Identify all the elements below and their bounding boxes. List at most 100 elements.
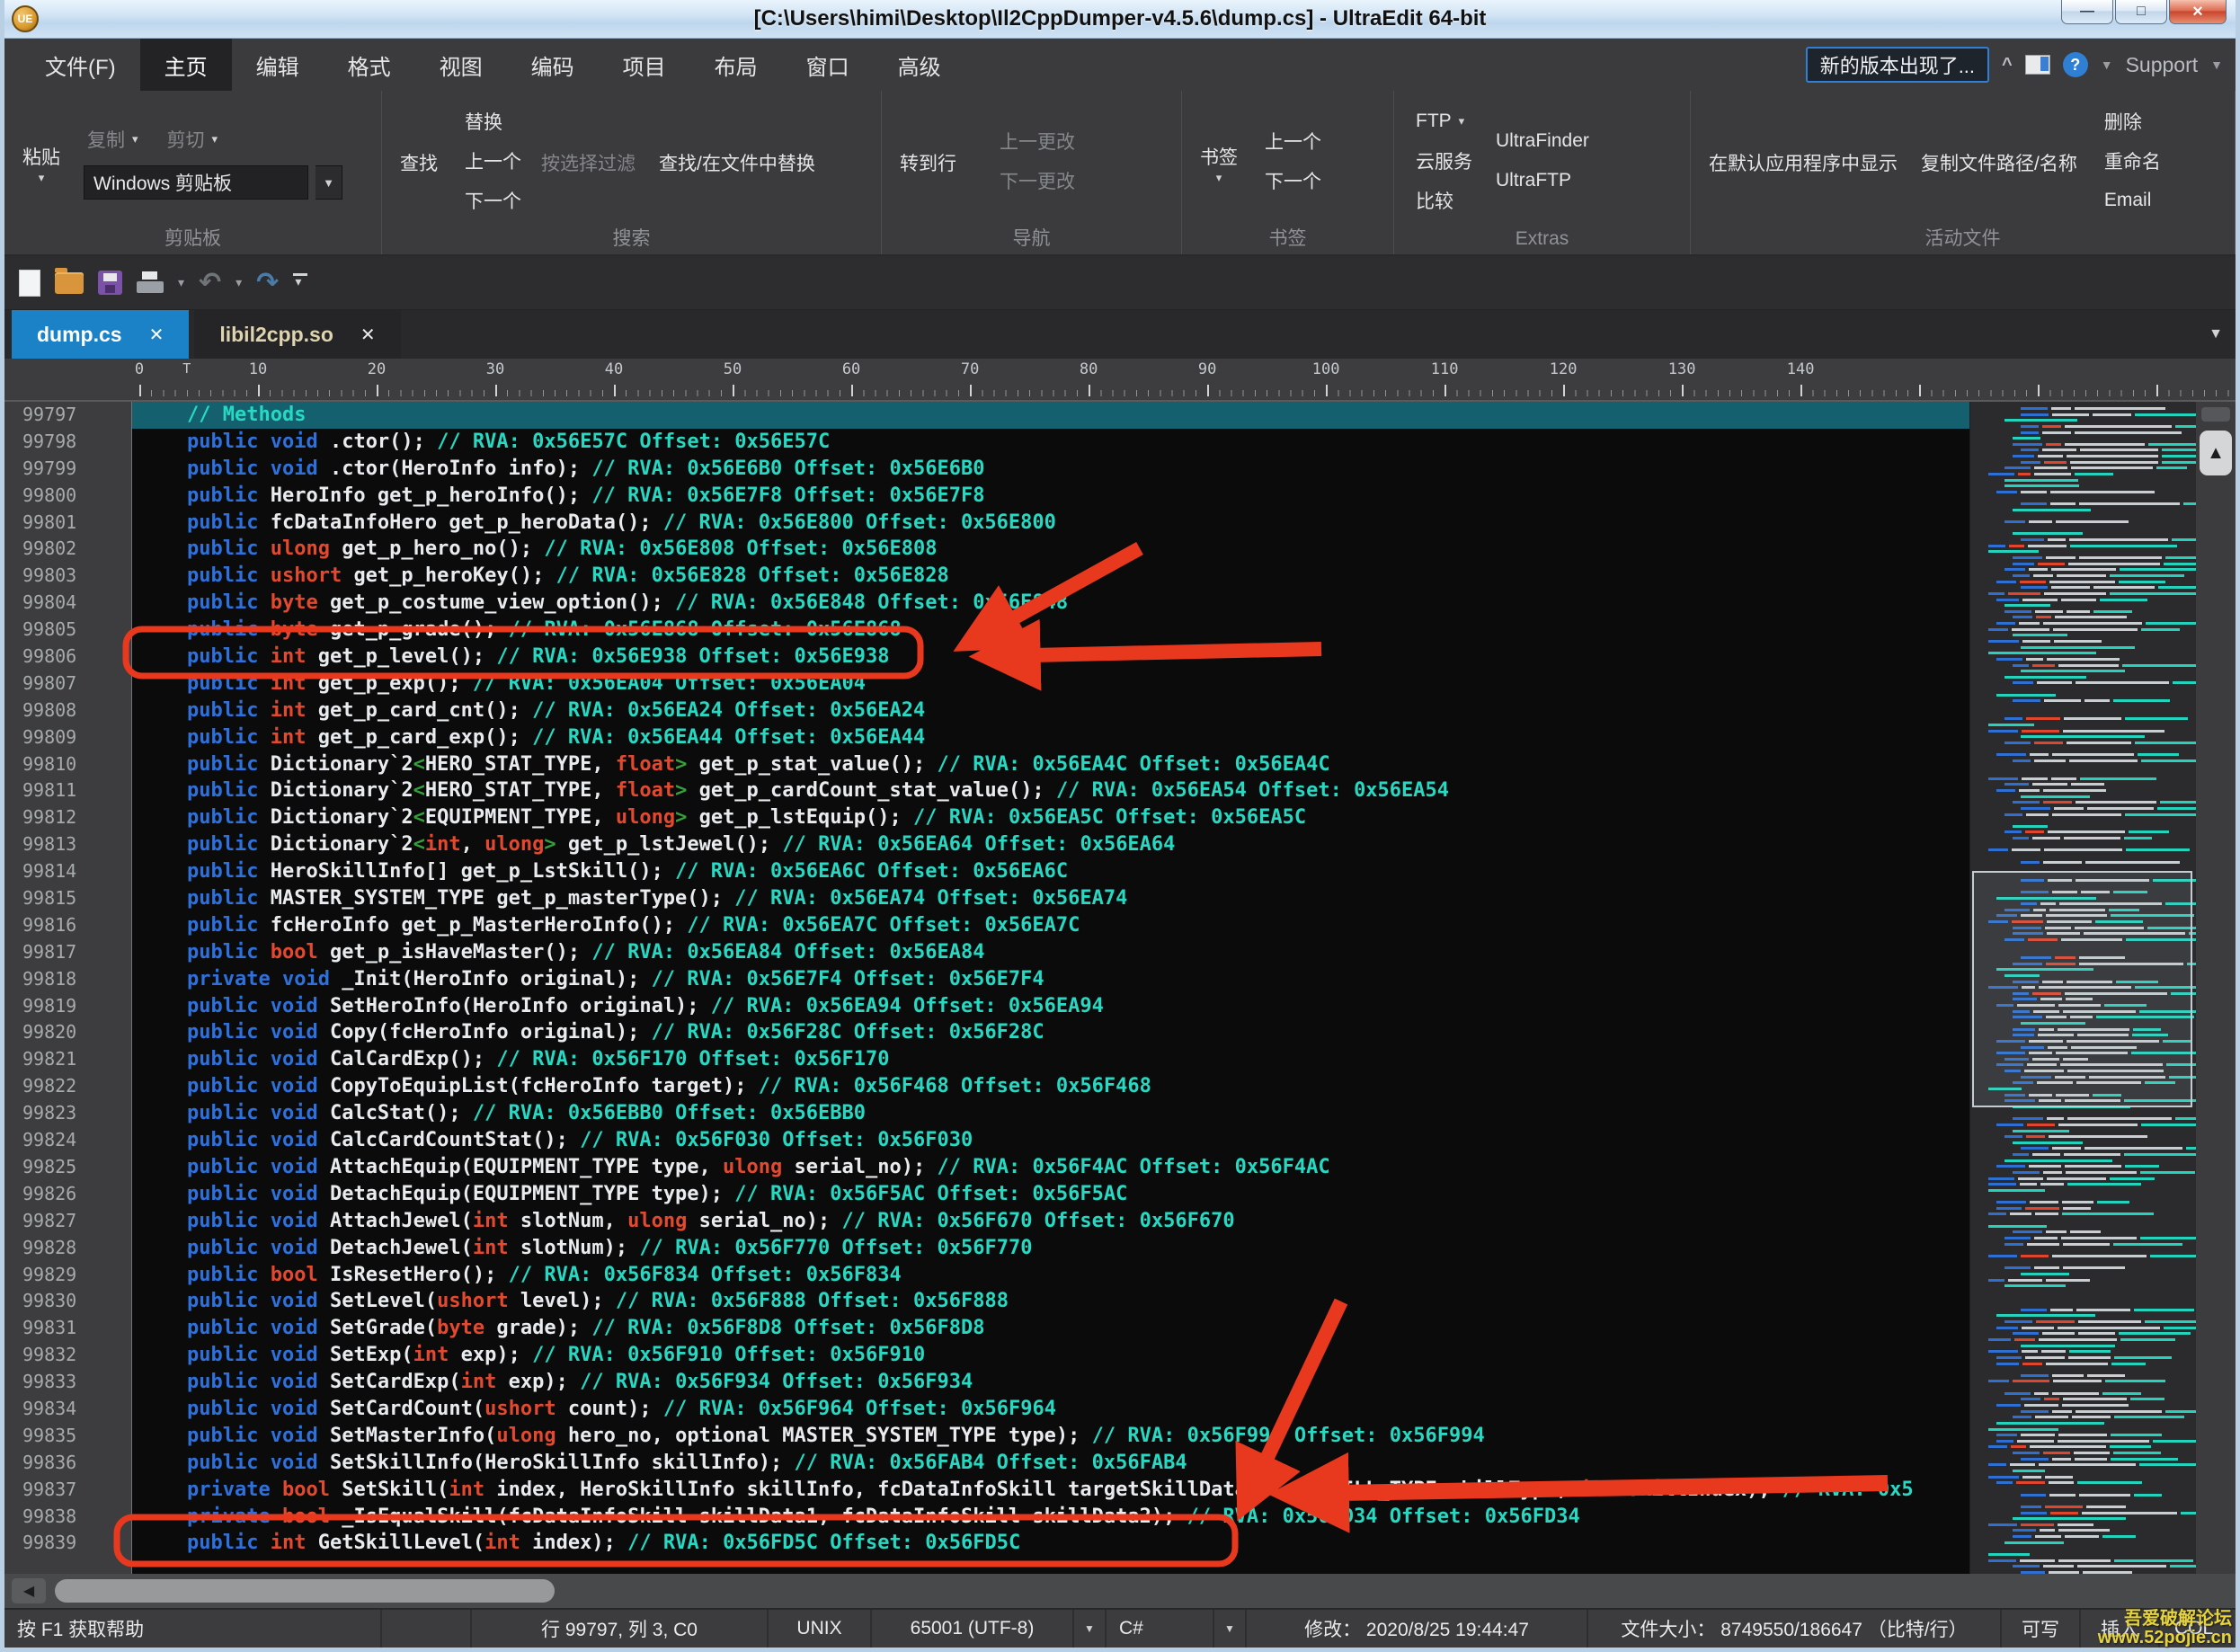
- code-line-99809[interactable]: public int get_p_card_exp(); // RVA: 0x5…: [132, 724, 1969, 751]
- paste-button[interactable]: 粘贴▾: [15, 136, 67, 186]
- menu-item-9[interactable]: 窗口: [782, 39, 874, 91]
- show-in-default-app-button[interactable]: 在默认应用程序中显示: [1702, 142, 1905, 180]
- print-button-dropdown-icon[interactable]: ▾: [178, 275, 184, 290]
- code-line-99804[interactable]: public byte get_p_costume_view_option();…: [132, 590, 1969, 617]
- horizontal-scroll-thumb[interactable]: [55, 1579, 555, 1603]
- horizontal-scrollbar[interactable]: ◀: [4, 1574, 2236, 1608]
- syntax-language[interactable]: C#: [1107, 1610, 1214, 1648]
- tab-list-dropdown-icon[interactable]: ▼: [2209, 326, 2236, 342]
- code-line-99816[interactable]: public fcHeroInfo get_p_MasterHeroInfo()…: [132, 912, 1969, 939]
- code-line-99831[interactable]: public void SetGrade(byte grade); // RVA…: [132, 1315, 1969, 1342]
- code-line-99798[interactable]: public void .ctor(); // RVA: 0x56E57C Of…: [132, 429, 1969, 456]
- code-line-99823[interactable]: public void CalcStat(); // RVA: 0x56EBB0…: [132, 1100, 1969, 1127]
- code-line-99828[interactable]: public void DetachJewel(int slotNum); //…: [132, 1235, 1969, 1262]
- encoding-dropdown[interactable]: ▼: [1074, 1610, 1107, 1648]
- bookmark-button[interactable]: 书签▾: [1193, 136, 1245, 186]
- code-line-99836[interactable]: public void SetSkillInfo(HeroSkillInfo s…: [132, 1450, 1969, 1477]
- menu-item-2[interactable]: 主页: [140, 39, 232, 91]
- forward-button[interactable]: [973, 164, 980, 198]
- code-line-99811[interactable]: public Dictionary`2<HERO_STAT_TYPE, floa…: [132, 777, 1969, 804]
- support-dropdown-icon[interactable]: ▼: [2210, 58, 2223, 72]
- delete-button[interactable]: 删除: [2093, 104, 2164, 138]
- code-line-99824[interactable]: public void CalcCardCountStat(); // RVA:…: [132, 1127, 1969, 1154]
- code-line-99799[interactable]: public void .ctor(HeroInfo info); // RVA…: [132, 456, 1969, 483]
- code-line-99807[interactable]: public int get_p_exp(); // RVA: 0x56EA04…: [132, 671, 1969, 697]
- code-line-99803[interactable]: public ushort get_p_heroKey(); // RVA: 0…: [132, 563, 1969, 590]
- file-tab-libil2cpp-so[interactable]: libil2cpp.so✕: [194, 310, 400, 359]
- code-line-99806[interactable]: public int get_p_level(); // RVA: 0x56E9…: [132, 644, 1969, 671]
- code-line-99802[interactable]: public ulong get_p_hero_no(); // RVA: 0x…: [132, 536, 1969, 563]
- menu-item-3[interactable]: 编辑: [232, 39, 324, 91]
- code-line-99826[interactable]: public void DetachEquip(EQUIPMENT_TYPE t…: [132, 1181, 1969, 1208]
- code-line-99830[interactable]: public void SetLevel(ushort level); // R…: [132, 1288, 1969, 1315]
- cloud-services-button[interactable]: 云服务: [1405, 144, 1476, 178]
- code-line-99821[interactable]: public void CalCardExp(); // RVA: 0x56F1…: [132, 1046, 1969, 1073]
- tab-close-icon[interactable]: ✕: [360, 324, 376, 346]
- code-line-99818[interactable]: private void _Init(HeroInfo original); /…: [132, 966, 1969, 993]
- find-in-files-button[interactable]: 查找/在文件中替换: [652, 142, 822, 180]
- code-line-99819[interactable]: public void SetHeroInfo(HeroInfo origina…: [132, 993, 1969, 1020]
- code-line-99825[interactable]: public void AttachEquip(EQUIPMENT_TYPE t…: [132, 1154, 1969, 1181]
- help-icon[interactable]: ?: [2063, 52, 2088, 77]
- code-line-99817[interactable]: public bool get_p_isHaveMaster(); // RVA…: [132, 939, 1969, 966]
- combo-dropdown-icon[interactable]: ▼: [316, 165, 342, 200]
- redo-button[interactable]: ↷: [256, 271, 279, 295]
- undo-button[interactable]: ↶: [199, 271, 221, 295]
- back-button[interactable]: [973, 124, 980, 158]
- code-line-99800[interactable]: public HeroInfo get_p_heroInfo(); // RVA…: [132, 483, 1969, 510]
- code-line-99827[interactable]: public void AttachJewel(int slotNum, ulo…: [132, 1208, 1969, 1235]
- code-line-99838[interactable]: private bool _IsEqualSkill(fcDataInfoSki…: [132, 1504, 1969, 1531]
- writable-mode[interactable]: 可写: [2002, 1610, 2081, 1648]
- code-line-99833[interactable]: public void SetCardExp(int exp); // RVA:…: [132, 1369, 1969, 1396]
- code-line-99815[interactable]: public MASTER_SYSTEM_TYPE get_p_masterTy…: [132, 885, 1969, 912]
- compare-button[interactable]: 比较: [1405, 183, 1476, 218]
- find-button[interactable]: 查找: [393, 142, 445, 180]
- code-line-99810[interactable]: public Dictionary`2<HERO_STAT_TYPE, floa…: [132, 751, 1969, 778]
- find-next-button[interactable]: 下一个: [454, 183, 525, 218]
- menu-item-8[interactable]: 布局: [690, 39, 782, 91]
- code-line-99837[interactable]: private bool SetSkill(int index, HeroSki…: [132, 1477, 1969, 1504]
- copy-file-path-button[interactable]: 复制文件路径/名称: [1914, 142, 2084, 180]
- code-line-99797[interactable]: // Methods: [132, 402, 1969, 429]
- code-line-99814[interactable]: public HeroSkillInfo[] get_p_LstSkill();…: [132, 858, 1969, 885]
- code-line-99820[interactable]: public void Copy(fcHeroInfo original); /…: [132, 1019, 1969, 1046]
- minimap-viewport[interactable]: [1972, 871, 2192, 1107]
- tab-close-icon[interactable]: ✕: [149, 324, 164, 346]
- menu-item-10[interactable]: 高级: [874, 39, 965, 91]
- syntax-dropdown[interactable]: ▼: [1214, 1610, 1247, 1648]
- scroll-up-button[interactable]: ▲: [2200, 431, 2232, 475]
- vertical-scrollbar[interactable]: ▲: [2196, 402, 2236, 1574]
- goto-line-button[interactable]: 转到行: [893, 142, 964, 180]
- code-line-99829[interactable]: public bool IsResetHero(); // RVA: 0x56F…: [132, 1262, 1969, 1289]
- collapse-ribbon-icon[interactable]: ^: [2002, 55, 2013, 75]
- code-line-99834[interactable]: public void SetCardCount(ushort count); …: [132, 1396, 1969, 1423]
- new-version-button[interactable]: 新的版本出现了...: [1806, 47, 1989, 83]
- code-line-99801[interactable]: public fcDataInfoHero get_p_heroData(); …: [132, 510, 1969, 537]
- save-button[interactable]: [98, 271, 122, 295]
- menu-item-1[interactable]: 文件(F): [21, 39, 140, 91]
- code-line-99808[interactable]: public int get_p_card_cnt(); // RVA: 0x5…: [132, 697, 1969, 724]
- menu-item-4[interactable]: 格式: [324, 39, 415, 91]
- ultrafinder-button[interactable]: UltraFinder: [1485, 124, 1593, 158]
- code-line-99832[interactable]: public void SetExp(int exp); // RVA: 0x5…: [132, 1342, 1969, 1369]
- minimize-button[interactable]: —: [2061, 0, 2113, 24]
- toolbar-options-button[interactable]: [293, 273, 307, 292]
- menu-item-7[interactable]: 项目: [599, 39, 690, 91]
- clipboard-selector[interactable]: Windows 剪贴板▼: [76, 165, 342, 200]
- line-ending[interactable]: UNIX: [769, 1610, 872, 1648]
- help-dropdown-icon[interactable]: ▼: [2101, 58, 2113, 72]
- code-line-99813[interactable]: public Dictionary`2<int, ulong> get_p_ls…: [132, 831, 1969, 858]
- scroll-left-button[interactable]: ◀: [12, 1578, 46, 1603]
- menu-item-5[interactable]: 视图: [415, 39, 507, 91]
- previous-bookmark-button[interactable]: 上一个: [1254, 124, 1325, 158]
- code-line-99839[interactable]: public int GetSkillLevel(int index); // …: [132, 1530, 1969, 1557]
- code-lines[interactable]: // Methodspublic void .ctor(); // RVA: 0…: [132, 402, 1969, 1574]
- code-line-99822[interactable]: public void CopyToEquipList(fcHeroInfo t…: [132, 1073, 1969, 1100]
- close-button[interactable]: ×: [2169, 0, 2227, 24]
- next-bookmark-button[interactable]: 下一个: [1254, 164, 1325, 198]
- open-file-button[interactable]: [55, 272, 84, 294]
- code-line-99805[interactable]: public byte get_p_grade(); // RVA: 0x56E…: [132, 617, 1969, 644]
- code-line-99835[interactable]: public void SetMasterInfo(ulong hero_no,…: [132, 1423, 1969, 1450]
- ftp-button[interactable]: FTP▾: [1405, 104, 1476, 138]
- new-file-button[interactable]: [19, 270, 40, 297]
